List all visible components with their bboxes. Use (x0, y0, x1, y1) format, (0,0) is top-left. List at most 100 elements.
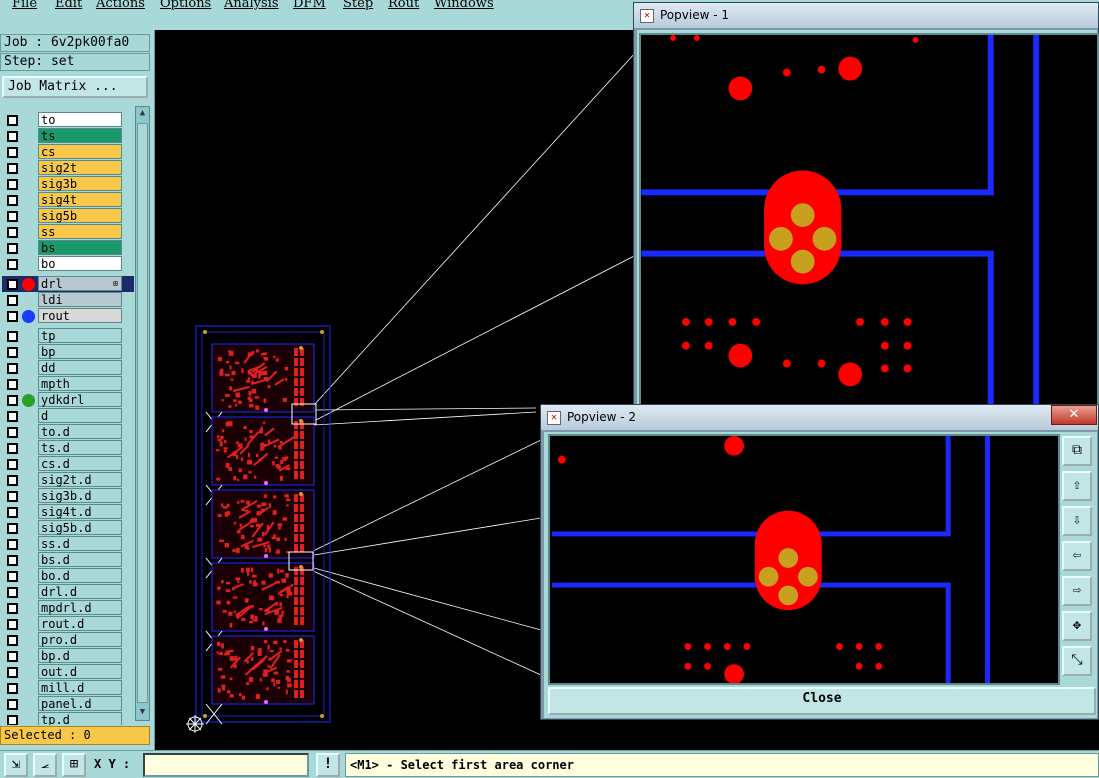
zoom-in-icon[interactable]: ⧉ (1062, 436, 1092, 466)
select-tool-icon[interactable]: ⇲ (4, 753, 28, 777)
layer-checkbox[interactable] (7, 163, 18, 174)
popview-2-view[interactable] (548, 434, 1060, 685)
layer-name[interactable]: sig3b.d (38, 488, 122, 503)
layer-row[interactable]: to.d (2, 424, 134, 440)
menu-actions[interactable]: Actions (96, 0, 145, 11)
layer-name[interactable]: tp.d (38, 712, 122, 725)
layer-row[interactable]: sig3b.d (2, 488, 134, 504)
layer-checkbox[interactable] (7, 279, 18, 290)
popview-2-titlebar[interactable]: ✕ Popview - 2 (541, 405, 1098, 431)
layer-checkbox[interactable] (7, 507, 18, 518)
layer-checkbox[interactable] (7, 311, 18, 322)
layer-row[interactable]: tp (2, 328, 134, 344)
layer-checkbox[interactable] (7, 443, 18, 454)
layer-checkbox[interactable] (7, 651, 18, 662)
layer-checkbox[interactable] (7, 379, 18, 390)
layer-row[interactable]: sig4t.d (2, 504, 134, 520)
layer-name[interactable]: bo.d (38, 568, 122, 583)
menu-options[interactable]: Options (160, 0, 211, 11)
layer-row[interactable]: to (2, 112, 134, 128)
layer-checkbox[interactable] (7, 539, 18, 550)
layer-checkbox[interactable] (7, 475, 18, 486)
pan-left-icon[interactable]: ⇦ (1062, 541, 1092, 571)
zoom-fit-icon[interactable]: ✥ (1062, 611, 1092, 641)
scroll-down-icon[interactable]: ▼ (137, 707, 148, 719)
menu-step[interactable]: Step (343, 0, 373, 11)
layer-name[interactable]: sig5b.d (38, 520, 122, 535)
layer-name[interactable]: rout (38, 308, 122, 323)
layer-checkbox[interactable] (7, 395, 18, 406)
layer-name[interactable]: mpth (38, 376, 122, 391)
layer-row[interactable]: bs.d (2, 552, 134, 568)
layer-checkbox[interactable] (7, 523, 18, 534)
layer-name[interactable]: dd (38, 360, 122, 375)
layer-row[interactable]: sig4t (2, 192, 134, 208)
layer-row[interactable]: ts (2, 128, 134, 144)
window-close-icon[interactable]: ✕ (1051, 405, 1097, 425)
layer-name[interactable]: tp (38, 328, 122, 343)
layer-name[interactable]: d (38, 408, 122, 423)
layer-row[interactable]: ts.d (2, 440, 134, 456)
layer-row[interactable]: d (2, 408, 134, 424)
layer-name[interactable]: sig4t (38, 192, 122, 207)
layer-checkbox[interactable] (7, 491, 18, 502)
layer-name[interactable]: drl.d (38, 584, 122, 599)
layer-name[interactable]: sig5b (38, 208, 122, 223)
layer-row[interactable]: drl.d (2, 584, 134, 600)
layer-checkbox[interactable] (7, 195, 18, 206)
layer-checkbox[interactable] (7, 635, 18, 646)
layer-name[interactable]: cs.d (38, 456, 122, 471)
layer-checkbox[interactable] (7, 427, 18, 438)
pan-up-icon[interactable]: ⇧ (1062, 471, 1092, 501)
scroll-thumb[interactable] (137, 123, 148, 703)
layer-name[interactable]: panel.d (38, 696, 122, 711)
layer-name[interactable]: ts (38, 128, 122, 143)
layer-checkbox[interactable] (7, 179, 18, 190)
layer-name[interactable]: rout.d (38, 616, 122, 631)
layer-checkbox[interactable] (7, 571, 18, 582)
layer-row[interactable]: pro.d (2, 632, 134, 648)
layer-name[interactable]: bs.d (38, 552, 122, 567)
layer-row[interactable]: ldi (2, 292, 134, 308)
layer-row[interactable]: sig5b.d (2, 520, 134, 536)
layer-name[interactable]: drl (38, 276, 122, 291)
layer-row[interactable]: rout (2, 308, 134, 324)
layer-checkbox[interactable] (7, 347, 18, 358)
layer-row[interactable]: ss (2, 224, 134, 240)
layer-name[interactable]: ldi (38, 292, 122, 307)
grid-tool-icon[interactable]: ⊞ (62, 753, 86, 777)
layer-row[interactable]: bo.d (2, 568, 134, 584)
job-matrix-button[interactable]: Job Matrix ... (2, 76, 148, 98)
layer-checkbox[interactable] (7, 227, 18, 238)
layer-name[interactable]: cs (38, 144, 122, 159)
layer-row[interactable]: sig3b (2, 176, 134, 192)
layer-name[interactable]: ydkdrl (38, 392, 122, 407)
layer-row[interactable]: bs (2, 240, 134, 256)
layer-checkbox[interactable] (7, 131, 18, 142)
layer-row[interactable]: bp (2, 344, 134, 360)
layer-name[interactable]: bp.d (38, 648, 122, 663)
layer-checkbox[interactable] (7, 667, 18, 678)
layer-row[interactable]: sig5b (2, 208, 134, 224)
layer-checkbox[interactable] (7, 363, 18, 374)
layer-checkbox[interactable] (7, 211, 18, 222)
layer-checkbox[interactable] (7, 587, 18, 598)
pan-down-icon[interactable]: ⇩ (1062, 506, 1092, 536)
layer-row[interactable]: mpth (2, 376, 134, 392)
layer-name[interactable]: sig4t.d (38, 504, 122, 519)
layer-row[interactable]: out.d (2, 664, 134, 680)
layer-row[interactable]: ss.d (2, 536, 134, 552)
layer-checkbox[interactable] (7, 459, 18, 470)
layer-checkbox[interactable] (7, 295, 18, 306)
layer-name[interactable]: pro.d (38, 632, 122, 647)
layer-name[interactable]: sig3b (38, 176, 122, 191)
layer-checkbox[interactable] (7, 411, 18, 422)
layer-name[interactable]: bs (38, 240, 122, 255)
zoom-home-icon[interactable]: ⤡ (1062, 646, 1092, 676)
layer-checkbox[interactable] (7, 555, 18, 566)
layer-checkbox[interactable] (7, 683, 18, 694)
layer-checkbox[interactable] (7, 243, 18, 254)
menu-dfm[interactable]: DFM (293, 0, 326, 11)
layer-row[interactable]: dd (2, 360, 134, 376)
layer-checkbox[interactable] (7, 115, 18, 126)
